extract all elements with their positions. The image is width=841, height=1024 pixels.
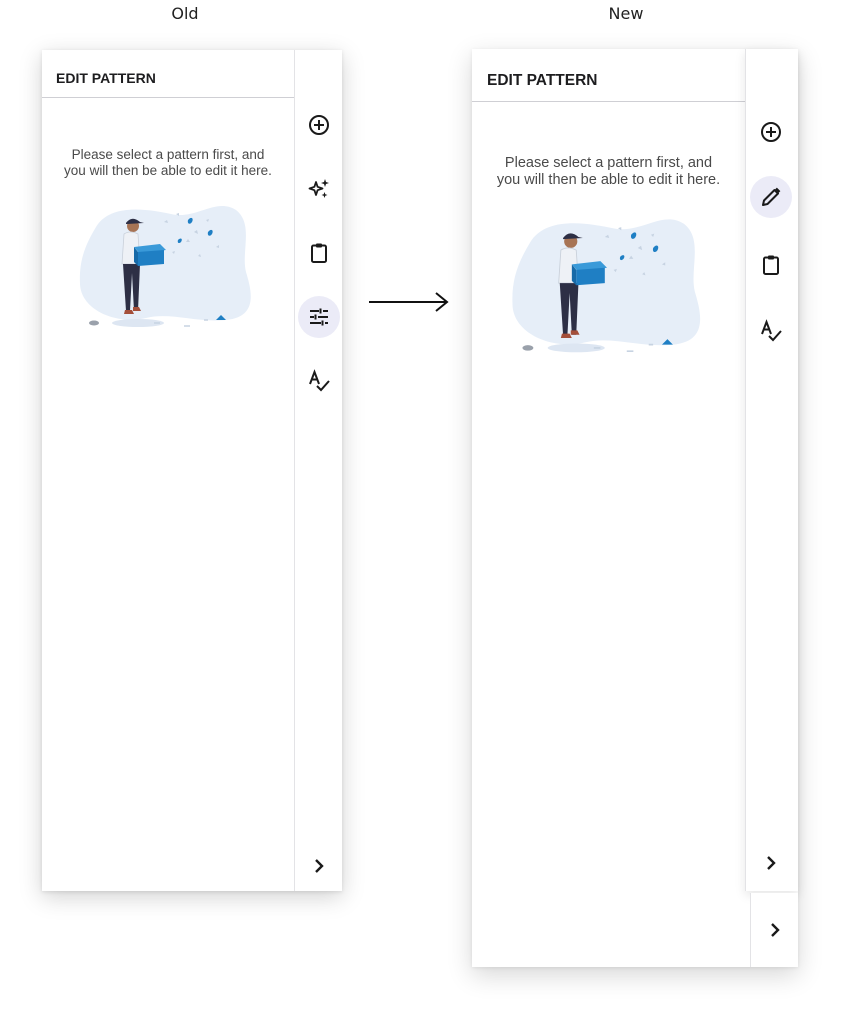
spellcheck-button[interactable]: [750, 310, 792, 352]
clipboard-button[interactable]: [750, 244, 792, 286]
clipboard-button[interactable]: [298, 232, 340, 274]
tune-sliders-icon: [310, 308, 328, 326]
empty-state-illustration: [512, 219, 701, 353]
transition-arrow: [369, 292, 449, 312]
generate-button[interactable]: [298, 168, 340, 210]
add-pattern-button[interactable]: [298, 104, 340, 146]
clipboard-icon: [763, 255, 779, 275]
expand-toggle-button[interactable]: [754, 909, 796, 951]
panel-title: EDIT PATTERN: [487, 72, 598, 89]
collapse-toggle-button[interactable]: [750, 842, 792, 884]
comparison-stage: Old New EDIT PATTERN Please select a pat…: [0, 0, 841, 1024]
panel-header: EDIT PATTERN: [472, 49, 745, 102]
empty-state-illustration: [79, 205, 251, 327]
sparkle-icon: [308, 179, 329, 198]
collapse-toggle-button[interactable]: [298, 845, 340, 887]
expand-tab: [750, 893, 798, 967]
edit-button[interactable]: [750, 176, 792, 218]
panel-title: EDIT PATTERN: [56, 70, 156, 86]
add-circle-icon: [309, 115, 329, 135]
message-line-2: you will then be able to edit it here.: [496, 171, 721, 188]
message-line-1: Please select a pattern first, and: [71, 147, 265, 162]
chevron-right-icon: [315, 859, 324, 873]
add-circle-icon: [761, 122, 781, 142]
clipboard-icon: [311, 243, 327, 263]
panel-header: EDIT PATTERN: [42, 50, 294, 98]
tool-rail: [745, 49, 798, 891]
message-line-2: you will then be able to edit it here.: [64, 162, 272, 178]
spellcheck-icon: [309, 369, 330, 392]
tool-rail: [294, 50, 342, 891]
new-edit-pattern-panel: EDIT PATTERN Please select a pattern fir…: [472, 49, 798, 967]
empty-state-message: Please select a pattern first, and you w…: [472, 155, 745, 188]
adjust-button[interactable]: [298, 296, 340, 338]
chevron-right-icon: [767, 856, 776, 870]
chevron-right-icon: [770, 923, 780, 937]
add-pattern-button[interactable]: [750, 111, 792, 153]
old-caption: Old: [171, 4, 199, 23]
spellcheck-button[interactable]: [298, 360, 340, 402]
new-caption: New: [608, 4, 644, 23]
old-edit-pattern-panel: EDIT PATTERN Please select a pattern fir…: [42, 50, 342, 891]
empty-state-message: Please select a pattern first, and you w…: [42, 147, 294, 178]
panel-content: EDIT PATTERN Please select a pattern fir…: [42, 50, 294, 891]
panel-content: EDIT PATTERN Please select a pattern fir…: [472, 49, 745, 967]
spellcheck-icon: [761, 319, 782, 342]
pencil-icon: [762, 187, 781, 206]
message-line-1: Please select a pattern first, and: [504, 155, 713, 171]
